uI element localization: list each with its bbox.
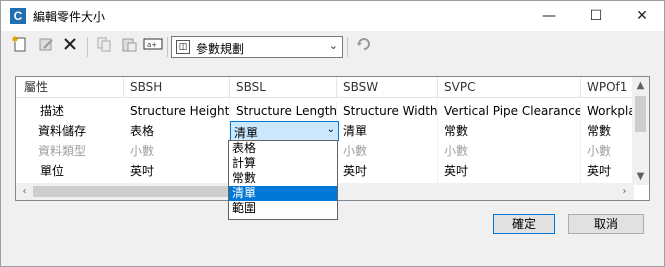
table-cell[interactable]: 小數 bbox=[438, 141, 581, 161]
table-cell[interactable]: 英吋 bbox=[581, 161, 634, 181]
table-cell[interactable]: 小數 bbox=[337, 141, 438, 161]
row-label: 資料儲存 bbox=[38, 124, 87, 138]
parameter-type-select[interactable]: ◫ 參數規劃 ⌄ bbox=[171, 36, 343, 58]
row-label: 資料類型 bbox=[38, 144, 87, 158]
table-cell[interactable]: 英吋 bbox=[124, 161, 230, 181]
chevron-down-icon[interactable]: ⌄ bbox=[327, 124, 335, 135]
column-header[interactable]: WPOf1 bbox=[581, 77, 634, 98]
parameter-type-value: 參數規劃 bbox=[196, 42, 245, 56]
window-title: 編輯零件大小 bbox=[33, 10, 106, 24]
dropdown-option-selected[interactable]: 清單 bbox=[229, 186, 337, 201]
scroll-thumb[interactable] bbox=[33, 186, 233, 197]
table-cell[interactable]: 英吋 bbox=[337, 161, 438, 181]
scroll-up-icon[interactable]: ▲ bbox=[632, 77, 649, 94]
delete-icon[interactable] bbox=[59, 35, 81, 57]
column-header[interactable]: SBSH bbox=[124, 77, 230, 98]
minimize-button[interactable]: — bbox=[526, 1, 572, 31]
table-cell[interactable]: 小數 bbox=[581, 141, 634, 161]
column-header[interactable]: SVPC bbox=[438, 77, 581, 98]
cancel-button[interactable]: 取消 bbox=[568, 214, 644, 234]
scroll-down-icon[interactable]: ▼ bbox=[632, 168, 649, 185]
grid-header-property: 屬性 bbox=[16, 77, 124, 98]
scroll-thumb[interactable] bbox=[635, 96, 646, 132]
vertical-scrollbar[interactable]: ▲ ▼ bbox=[632, 77, 649, 185]
toolbar-separator bbox=[167, 37, 168, 57]
paste-icon[interactable] bbox=[118, 35, 140, 57]
edit-parameter-icon[interactable] bbox=[35, 35, 57, 57]
dropdown-option[interactable]: 範圍 bbox=[229, 201, 337, 216]
close-button[interactable]: ✕ bbox=[619, 1, 665, 31]
parameter-icon: ◫ bbox=[176, 40, 190, 54]
ok-button[interactable]: 確定 bbox=[493, 214, 555, 234]
toolbar-separator bbox=[87, 37, 88, 57]
table-cell[interactable]: 表格 bbox=[124, 121, 230, 141]
data-storage-cell-select[interactable]: 清單 ⌄ bbox=[230, 121, 339, 141]
table-row: 描述 Structure Height Structure Length Str… bbox=[16, 101, 649, 121]
toolbar: a+ ◫ 參數規劃 ⌄ bbox=[1, 31, 664, 63]
row-label: 描述 bbox=[40, 104, 65, 118]
table-cell[interactable]: Structure Width bbox=[337, 101, 438, 121]
table-cell[interactable]: 清單 bbox=[337, 121, 438, 141]
svg-text:a+: a+ bbox=[147, 41, 157, 49]
dropdown-option[interactable]: 常數 bbox=[229, 171, 337, 186]
refresh-icon[interactable] bbox=[353, 35, 375, 57]
row-label: 單位 bbox=[40, 164, 65, 178]
chevron-down-icon: ⌄ bbox=[328, 39, 338, 52]
copy-icon[interactable] bbox=[93, 35, 115, 57]
dropdown-option[interactable]: 表格 bbox=[229, 141, 337, 156]
column-header[interactable]: SBSW bbox=[337, 77, 438, 98]
scroll-right-icon[interactable]: › bbox=[616, 183, 633, 200]
table-cell[interactable]: Structure Height bbox=[124, 101, 230, 121]
table-cell[interactable]: Vertical Pipe Clearance bbox=[438, 101, 581, 121]
toolbar-separator bbox=[347, 37, 348, 57]
maximize-button[interactable]: ☐ bbox=[573, 1, 619, 31]
table-cell[interactable]: 常數 bbox=[581, 121, 634, 141]
table-cell[interactable]: Workpla bbox=[581, 101, 634, 121]
table-cell[interactable]: 小數 bbox=[124, 141, 230, 161]
grid-header-row: 屬性 SBSH SBSL SBSW SVPC WPOf1 bbox=[16, 77, 649, 98]
column-header[interactable]: SBSL bbox=[230, 77, 337, 98]
table-cell[interactable]: 英吋 bbox=[438, 161, 581, 181]
data-storage-dropdown: 表格 計算 常數 清單 範圍 bbox=[228, 140, 338, 220]
scroll-left-icon[interactable]: ‹ bbox=[16, 183, 33, 200]
data-storage-cell-value: 清單 bbox=[234, 126, 259, 140]
dropdown-option[interactable]: 計算 bbox=[229, 156, 337, 171]
app-icon: C bbox=[10, 8, 26, 24]
rename-icon[interactable]: a+ bbox=[142, 35, 164, 57]
new-parameter-icon[interactable] bbox=[9, 35, 31, 57]
table-cell[interactable]: 常數 bbox=[438, 121, 581, 141]
table-cell[interactable]: Structure Length bbox=[230, 101, 337, 121]
title-bar: C 編輯零件大小 — ☐ ✕ bbox=[1, 1, 664, 31]
edit-part-size-dialog: C 編輯零件大小 — ☐ ✕ a+ ◫ 參數規劃 ⌄ 屬性 SBSH SBSL … bbox=[0, 0, 665, 267]
